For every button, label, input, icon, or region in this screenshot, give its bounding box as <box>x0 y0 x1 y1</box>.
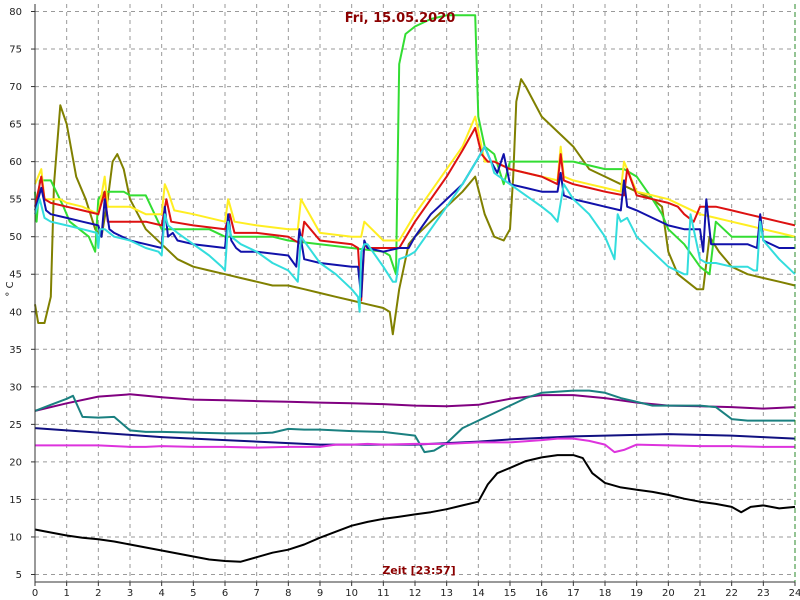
y-tick-label: 55 <box>9 195 22 206</box>
y-tick-label: 10 <box>9 532 22 543</box>
x-tick-label: 5 <box>190 588 196 599</box>
y-tick-label: 25 <box>9 420 22 431</box>
x-tick-label: 13 <box>440 588 453 599</box>
x-tick-label: 16 <box>535 588 548 599</box>
y-axis-label: ° C <box>5 281 16 296</box>
y-tick-label: 20 <box>9 457 22 468</box>
x-tick-label: 0 <box>32 588 38 599</box>
y-tick-label: 50 <box>9 232 22 243</box>
x-tick-label: 18 <box>599 588 612 599</box>
x-tick-label: 22 <box>725 588 738 599</box>
x-tick-label: 19 <box>630 588 643 599</box>
y-tick-label: 40 <box>9 307 22 318</box>
x-tick-label: 4 <box>158 588 164 599</box>
x-tick-label: 20 <box>662 588 675 599</box>
x-tick-label: 7 <box>253 588 259 599</box>
x-tick-label: 24 <box>789 588 800 599</box>
x-tick-label: 8 <box>285 588 291 599</box>
y-tick-label: 75 <box>9 45 22 56</box>
temperature-chart: 0 1 2 3 4 5 6 7 8 9 10 11 12 13 14 15 16 17 18 19 20 21 22 23 24… <box>0 0 800 600</box>
y-tick-label: 45 <box>9 270 22 281</box>
x-tick-label: 11 <box>377 588 390 599</box>
x-tick-label: 10 <box>345 588 358 599</box>
x-tick-label: 1 <box>63 588 69 599</box>
y-tick-label: 15 <box>9 495 22 506</box>
x-tick-label: 9 <box>317 588 323 599</box>
chart-title: Fri, 15.05.2020 <box>345 11 456 26</box>
y-tick-label: 35 <box>9 345 22 356</box>
x-tick-label: 17 <box>567 588 580 599</box>
x-tick-label: 23 <box>757 588 770 599</box>
x-tick-label: 3 <box>127 588 133 599</box>
y-tick-label: 80 <box>9 7 22 18</box>
x-tick-label: 12 <box>409 588 422 599</box>
y-tick-label: 5 <box>16 570 22 581</box>
x-tick-label: 21 <box>694 588 707 599</box>
y-tick-label: 60 <box>9 157 22 168</box>
x-tick-label: 15 <box>504 588 517 599</box>
y-tick-label: 65 <box>9 120 22 131</box>
x-tick-label: 6 <box>222 588 228 599</box>
x-tick-label: 14 <box>472 588 485 599</box>
x-tick-label: 2 <box>95 588 101 599</box>
y-tick-label: 30 <box>9 382 22 393</box>
chart-background <box>0 0 800 600</box>
x-axis-label: Zeit [23:57] <box>382 564 455 577</box>
y-tick-label: 70 <box>9 82 22 93</box>
